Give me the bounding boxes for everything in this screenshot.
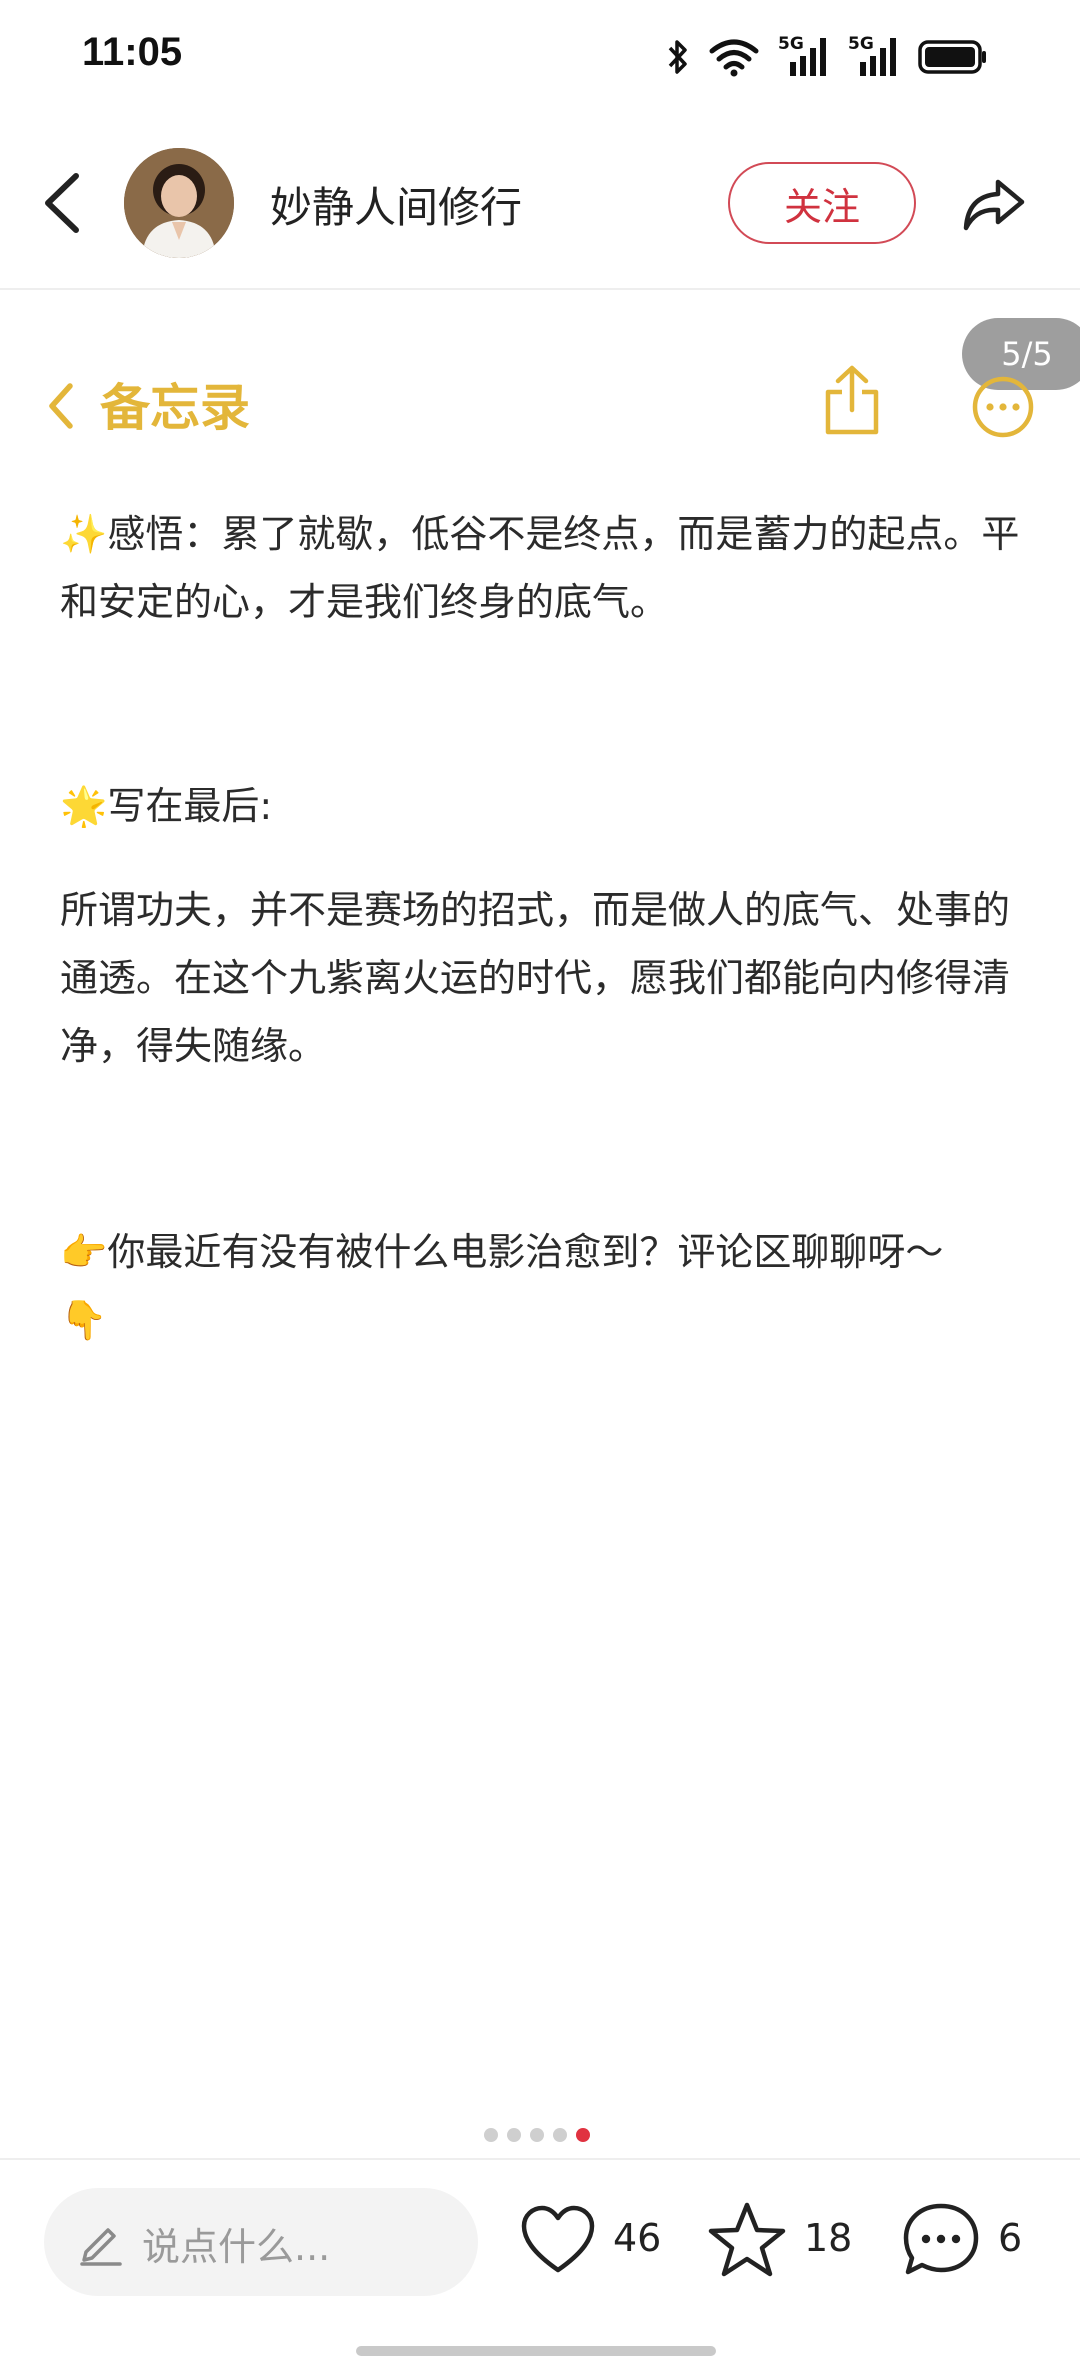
pager-dot-active bbox=[576, 2128, 590, 2142]
star-icon[interactable] bbox=[706, 2200, 788, 2282]
pager-dot bbox=[484, 2128, 498, 2142]
heart-icon[interactable] bbox=[518, 2202, 598, 2282]
follow-button[interactable]: 关注 bbox=[728, 162, 916, 244]
home-indicator[interactable] bbox=[356, 2346, 716, 2356]
pointing-right-emoji: 👉 bbox=[60, 1230, 108, 1274]
paragraph-text: 感悟：累了就歇，低谷不是终点，而是蓄力的起点。平和安定的心，才是我们终身的底气。 bbox=[60, 512, 1020, 624]
signal-5g-icon: 5G bbox=[848, 34, 900, 78]
glowing-star-emoji: 🌟 bbox=[60, 784, 108, 828]
notes-title: 备忘录 bbox=[100, 379, 250, 437]
paragraph-text: 你最近有没有被什么电影治愈到？评论区聊聊呀～ bbox=[107, 1230, 944, 1274]
pencil-icon bbox=[80, 2228, 122, 2266]
notes-share-icon bbox=[825, 365, 879, 435]
pager-dot bbox=[507, 2128, 521, 2142]
pager-dot bbox=[553, 2128, 567, 2142]
bottom-divider bbox=[0, 2158, 1080, 2160]
author-avatar[interactable] bbox=[124, 148, 234, 258]
comment-placeholder: 说点什么... bbox=[142, 2225, 331, 2269]
favorite-count: 18 bbox=[804, 2216, 853, 2260]
author-name[interactable]: 妙静人间修行 bbox=[270, 174, 522, 235]
paragraph-kungfu: 所谓功夫，并不是赛场的招式，而是做人的底气、处事的通透。在这个九紫离火运的时代，… bbox=[60, 876, 1026, 1080]
status-time: 11:05 bbox=[82, 30, 183, 74]
comment-input[interactable]: 说点什么... bbox=[44, 2188, 478, 2296]
notes-back-chevron-icon bbox=[49, 383, 73, 429]
post-header: 妙静人间修行 关注 bbox=[0, 112, 1080, 290]
image-pager-dots bbox=[484, 2128, 590, 2142]
pointing-down-emoji: 👇 bbox=[60, 1298, 108, 1342]
share-icon[interactable] bbox=[958, 168, 1030, 240]
paragraph-text: 写在最后: bbox=[107, 784, 273, 828]
paragraph-insight: ✨感悟：累了就歇，低谷不是终点，而是蓄力的起点。平和安定的心，才是我们终身的底气… bbox=[60, 500, 1026, 636]
pager-dot bbox=[530, 2128, 544, 2142]
battery-icon bbox=[918, 40, 986, 74]
paragraph-closing-heading: 🌟写在最后: bbox=[60, 772, 1026, 840]
signal-5g-icon: 5G bbox=[778, 34, 830, 78]
wifi-icon bbox=[709, 39, 759, 77]
comment-bubble-icon[interactable] bbox=[900, 2200, 982, 2282]
back-arrow-icon[interactable] bbox=[36, 170, 90, 236]
like-count: 46 bbox=[613, 2216, 662, 2260]
sparkles-emoji: ✨ bbox=[60, 512, 108, 556]
status-icons: 5G 5G bbox=[666, 34, 988, 78]
comment-count: 6 bbox=[998, 2216, 1023, 2260]
paragraph-question: 👉你最近有没有被什么电影治愈到？评论区聊聊呀～ 👇 bbox=[60, 1218, 1026, 1354]
bluetooth-icon bbox=[668, 40, 687, 74]
notes-more-icon bbox=[972, 376, 1034, 438]
paragraph-text: 所谓功夫，并不是赛场的招式，而是做人的底气、处事的通透。在这个九紫离火运的时代，… bbox=[60, 888, 1011, 1068]
